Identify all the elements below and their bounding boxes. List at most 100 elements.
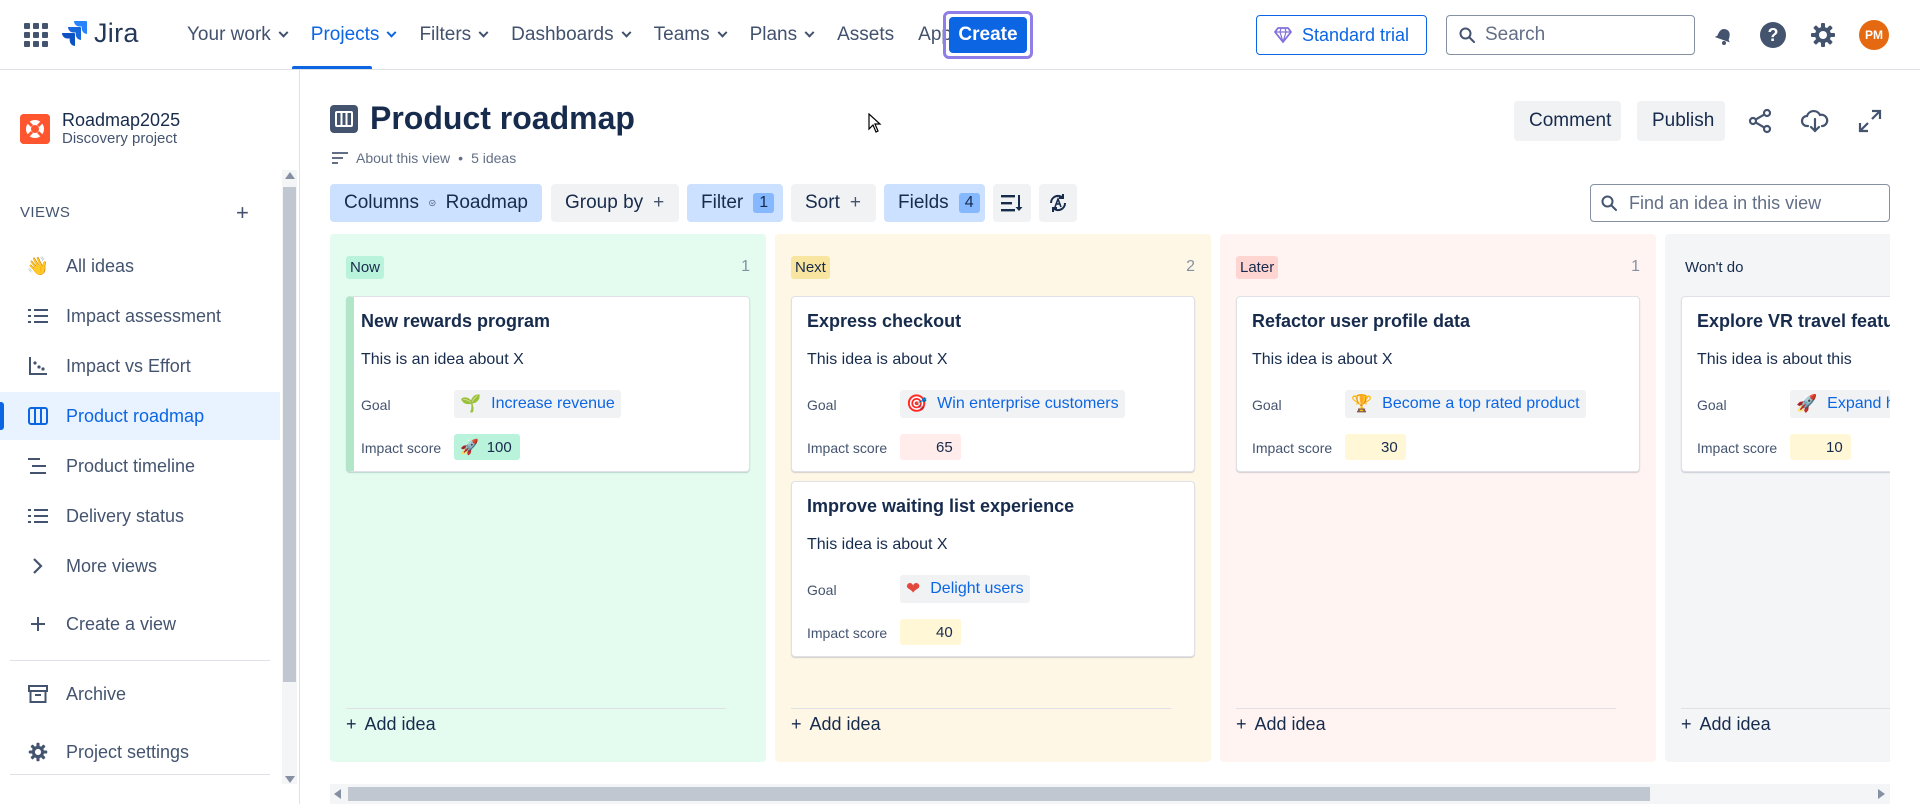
idea-card[interactable]: Refactor user profile data This idea is …: [1236, 296, 1640, 472]
sidebar-item-product-roadmap[interactable]: Product roadmap: [0, 392, 280, 440]
help-icon[interactable]: ?: [1757, 19, 1789, 51]
rocket-icon: 🚀: [460, 439, 479, 456]
standard-trial-button[interactable]: Standard trial: [1256, 15, 1427, 55]
column-divider: [346, 708, 726, 709]
notifications-bell-icon[interactable]: [1708, 19, 1740, 51]
goal-tag[interactable]: 🚀 Expand ho: [1790, 390, 1890, 418]
goal-tag[interactable]: 🏆 Become a top rated product: [1345, 390, 1586, 418]
goal-tag[interactable]: 🎯 Win enterprise customers: [900, 390, 1125, 418]
publish-button[interactable]: Publish: [1637, 101, 1725, 141]
create-button[interactable]: Create: [949, 17, 1027, 53]
find-idea-input[interactable]: [1629, 192, 1879, 214]
sidebar-item-more-views[interactable]: More views: [0, 542, 280, 590]
sidebar-item-create-view[interactable]: Create a view: [0, 600, 280, 648]
card-title: New rewards program: [361, 311, 551, 331]
trophy-icon: 🏆: [1351, 394, 1373, 413]
sidebar-item-impact-vs-effort[interactable]: Impact vs Effort: [0, 342, 280, 390]
project-header[interactable]: Roadmap2025 Discovery project: [20, 110, 180, 148]
nav-projects[interactable]: Projects: [299, 0, 408, 70]
add-idea-button[interactable]: + Add idea: [791, 714, 881, 735]
column-count: 1: [741, 258, 750, 275]
add-view-plus-icon[interactable]: +: [236, 200, 249, 226]
filter-button[interactable]: Filter 1: [687, 184, 783, 222]
sort-button[interactable]: Sort +: [791, 184, 876, 222]
fields-button[interactable]: Fields 4: [884, 184, 985, 222]
board-column-later: Later 1 Refactor user profile data This …: [1220, 234, 1656, 762]
impact-field-label: Impact score: [1697, 440, 1778, 456]
board-horizontal-scrollbar[interactable]: [330, 784, 1890, 804]
group-by-button[interactable]: Group by +: [551, 184, 679, 222]
card-layout-icon[interactable]: [993, 184, 1031, 222]
nav-label: Teams: [653, 24, 710, 45]
sidebar-scrollbar[interactable]: [282, 170, 297, 784]
scrollbar-thumb[interactable]: [283, 187, 296, 682]
scroll-right-arrow-icon[interactable]: [1878, 789, 1885, 799]
impact-score-value: 100: [486, 438, 512, 456]
add-idea-button[interactable]: + Add idea: [346, 714, 436, 735]
sidebar-item-all-ideas[interactable]: 👋 All ideas: [0, 242, 280, 290]
columns-value: Roadmap: [445, 192, 528, 213]
goal-tag[interactable]: ❤ Delight users: [900, 575, 1030, 603]
separator-dot: •: [458, 150, 464, 166]
find-idea-search[interactable]: [1590, 184, 1890, 222]
heart-icon: ❤: [906, 579, 921, 598]
impact-score-value: 30: [1381, 438, 1398, 456]
app-switcher-icon[interactable]: [24, 23, 48, 47]
nav-plans[interactable]: Plans: [738, 0, 826, 70]
sidebar-item-delivery-status[interactable]: Delivery status: [0, 492, 280, 540]
idea-card[interactable]: Express checkout This idea is about X Go…: [791, 296, 1195, 472]
nav-label: Filters: [419, 24, 472, 45]
nav-teams[interactable]: Teams: [642, 0, 738, 70]
sidebar-divider: [10, 660, 270, 661]
sidebar-item-label: Create a view: [66, 613, 177, 634]
idea-card[interactable]: New rewards program This is an idea abou…: [346, 296, 750, 472]
nav-your-work[interactable]: Your work: [175, 0, 299, 70]
settings-gear-icon[interactable]: [1807, 19, 1839, 51]
user-avatar[interactable]: PM: [1859, 20, 1889, 50]
sidebar-item-project-settings[interactable]: Project settings: [0, 728, 280, 776]
add-idea-button[interactable]: + Add idea: [1681, 714, 1771, 735]
list-icon: [26, 304, 50, 328]
nav-filters[interactable]: Filters: [407, 0, 499, 70]
share-icon[interactable]: [1745, 106, 1775, 136]
search-icon: [1459, 27, 1475, 43]
scroll-left-arrow-icon[interactable]: [334, 789, 341, 799]
idea-card[interactable]: Explore VR travel feature This idea is a…: [1681, 296, 1890, 472]
fields-label: Fields: [898, 192, 949, 213]
add-idea-button[interactable]: + Add idea: [1236, 714, 1326, 735]
idea-card[interactable]: Improve waiting list experience This ide…: [791, 481, 1195, 657]
jira-logo[interactable]: Jira: [62, 18, 139, 49]
card-description: This is an idea about X: [361, 351, 524, 368]
sidebar-item-archive[interactable]: Archive: [0, 670, 280, 718]
cloud-download-icon[interactable]: [1800, 106, 1830, 136]
card-description: This idea is about X: [1252, 351, 1393, 368]
about-this-view[interactable]: About this view • 5 ideas: [332, 150, 516, 166]
scroll-down-arrow-icon[interactable]: [285, 776, 295, 783]
scrollbar-thumb[interactable]: [348, 787, 1650, 801]
sidebar-divider: [10, 774, 270, 775]
sidebar-item-impact-assessment[interactable]: Impact assessment: [0, 292, 280, 340]
comment-button[interactable]: Comment: [1514, 101, 1621, 141]
timeline-icon: [26, 454, 50, 478]
plus-icon: +: [1236, 714, 1247, 734]
card-title: Express checkout: [807, 311, 962, 331]
filter-count-badge: 1: [753, 193, 775, 213]
column-count: 2: [1186, 258, 1195, 275]
auto-sort-icon[interactable]: [1039, 184, 1077, 222]
global-search[interactable]: [1446, 15, 1695, 55]
fullscreen-icon[interactable]: [1855, 106, 1885, 136]
nav-label: Plans: [749, 24, 798, 45]
nav-dashboards[interactable]: Dashboards: [499, 0, 641, 70]
nav-assets[interactable]: Assets: [825, 0, 906, 70]
about-link[interactable]: About this view: [356, 150, 450, 166]
board-icon: [26, 404, 50, 428]
search-input[interactable]: [1485, 24, 1675, 46]
sort-label: Sort: [805, 192, 840, 213]
columns-selector[interactable]: Columns Roadmap: [330, 184, 542, 222]
goal-tag[interactable]: 🌱 Increase revenue: [454, 390, 621, 418]
card-description: This idea is about this: [1697, 351, 1852, 368]
column-divider: [1681, 708, 1890, 709]
scroll-up-arrow-icon[interactable]: [285, 172, 295, 179]
impact-score: 10: [1790, 434, 1851, 460]
sidebar-item-product-timeline[interactable]: Product timeline: [0, 442, 280, 490]
